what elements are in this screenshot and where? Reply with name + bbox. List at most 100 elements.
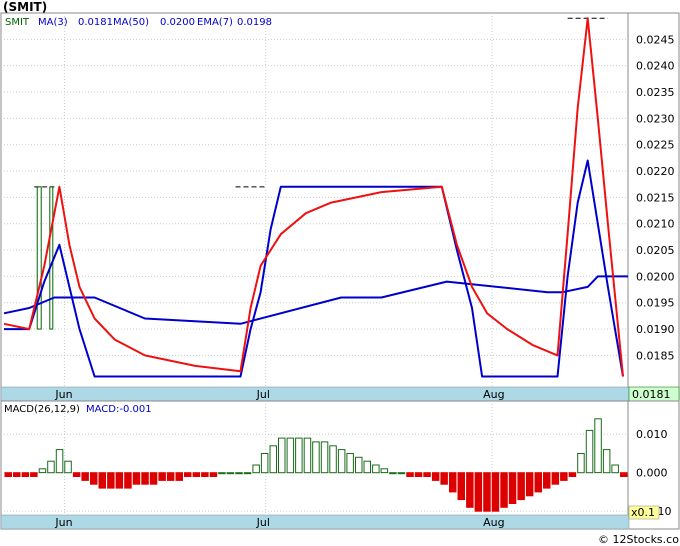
macd-bar-1 — [13, 472, 21, 478]
macd-bar-50 — [431, 472, 440, 481]
macd-legend-label: MACD(26,12,9) — [4, 404, 80, 415]
macd-bar-70 — [602, 449, 611, 474]
macd-bar-44 — [380, 468, 389, 474]
price-x-tick-label-2: Aug — [483, 388, 504, 401]
price-date-band — [0, 386, 630, 402]
macd-legend: MACD(26,12,9) MACD:-0.001 — [4, 404, 152, 415]
price-y-tick-label-12: 0.0245 — [636, 33, 675, 46]
macd-bar-3 — [30, 472, 38, 478]
macd-bar-11 — [98, 472, 106, 489]
macd-bar-71 — [611, 464, 619, 474]
macd-bar-56 — [483, 472, 491, 512]
macd-bar-61 — [525, 472, 534, 497]
price-y-tick-label-1: 0.0190 — [636, 323, 675, 336]
macd-bar-43 — [372, 464, 380, 474]
macd-bar-55 — [474, 472, 483, 512]
macd-bar-20 — [175, 472, 183, 481]
macd-scale-badge: x0.1 — [631, 506, 655, 519]
legend-ma50-value: 0.0200 — [160, 17, 195, 28]
macd-bar-45 — [389, 472, 397, 475]
price-x-tick-label-1: Jul — [256, 388, 270, 401]
macd-bar-51 — [440, 472, 448, 485]
macd-bar-10 — [90, 472, 98, 485]
legend-ma50-label: MA(50) — [113, 17, 149, 28]
macd-bar-65 — [560, 472, 568, 481]
price-y-tick-label-8: 0.0225 — [636, 139, 675, 152]
macd-bar-9 — [81, 472, 89, 481]
macd-bar-38 — [329, 445, 337, 474]
macd-bar-13 — [115, 472, 124, 489]
legend-symbol: SMIT — [5, 17, 30, 28]
macd-bar-66 — [568, 472, 577, 478]
macd-bar-26 — [226, 472, 235, 475]
macd-x-tick-label-0: Jun — [54, 516, 72, 529]
chart-title: (SMIT) — [3, 0, 47, 14]
price-badge: 0.0181 — [632, 388, 671, 401]
macd-x-tick-label-1: Jul — [256, 516, 270, 529]
macd-bar-60 — [517, 472, 525, 501]
macd-y-tick-label-1: 0.000 — [636, 467, 668, 480]
macd-bar-4 — [38, 468, 47, 474]
price-y-tick-label-2: 0.0195 — [636, 297, 675, 310]
macd-bar-57 — [491, 472, 500, 512]
macd-y-tick-label-0: 0.010 — [636, 428, 668, 441]
macd-bar-33 — [286, 437, 295, 474]
macd-bar-6 — [55, 449, 64, 474]
legend-ma3-label: MA(3) — [38, 17, 68, 28]
price-y-tick-label-7: 0.0220 — [636, 165, 675, 178]
macd-bar-8 — [72, 472, 81, 478]
macd-bar-41 — [355, 456, 363, 474]
macd-bar-53 — [457, 472, 465, 501]
price-y-tick-label-11: 0.0240 — [636, 60, 675, 73]
macd-bar-35 — [303, 437, 312, 474]
macd-bar-14 — [124, 472, 132, 489]
macd-bar-0 — [4, 472, 12, 478]
price-y-tick-label-6: 0.0215 — [636, 191, 675, 204]
macd-bar-54 — [466, 472, 474, 508]
macd-bar-23 — [201, 472, 209, 478]
macd-bar-64 — [551, 472, 560, 485]
macd-bar-42 — [363, 460, 371, 474]
price-y-tick-label-5: 0.0210 — [636, 218, 675, 231]
macd-bar-29 — [252, 464, 260, 474]
macd-bar-16 — [141, 472, 149, 485]
macd-bar-47 — [406, 472, 414, 478]
macd-bar-30 — [260, 453, 269, 474]
macd-bar-12 — [107, 472, 115, 489]
macd-date-band — [0, 514, 630, 530]
macd-bar-2 — [21, 472, 30, 478]
macd-bar-49 — [423, 472, 431, 478]
macd-bar-28 — [243, 472, 252, 475]
macd-bar-59 — [508, 472, 517, 505]
macd-bar-69 — [594, 418, 602, 474]
price-y-tick-label-0: 0.0185 — [636, 349, 675, 362]
macd-legend-value: MACD:-0.001 — [86, 404, 152, 415]
macd-bar-36 — [312, 441, 320, 474]
macd-bar-62 — [534, 472, 542, 493]
macd-bar-31 — [269, 445, 277, 474]
macd-bar-17 — [149, 472, 158, 485]
macd-bar-72 — [620, 472, 628, 478]
watermark: © 12Stocks.com — [598, 533, 680, 546]
stock-chart: (SMIT) 0.0185 0.0190 0.0195 0.0200 0.0205 0.0… — [0, 0, 680, 546]
macd-bar-32 — [278, 437, 286, 474]
macd-bar-27 — [235, 472, 243, 475]
macd-bar-63 — [543, 472, 551, 489]
macd-bar-40 — [346, 453, 354, 474]
macd-bar-18 — [158, 472, 166, 481]
macd-bar-7 — [64, 460, 72, 474]
legend-ma3-value: 0.0181 — [78, 17, 113, 28]
macd-bar-46 — [397, 472, 406, 475]
macd-bar-58 — [500, 472, 508, 508]
price-y-tick-label-3: 0.0200 — [636, 270, 675, 283]
macd-bar-21 — [184, 472, 192, 478]
macd-bar-67 — [577, 453, 585, 474]
macd-bar-22 — [192, 472, 201, 478]
macd-bar-34 — [295, 437, 303, 474]
macd-bar-24 — [209, 472, 218, 478]
macd-bar-68 — [585, 429, 594, 474]
price-y-tick-label-9: 0.0230 — [636, 112, 675, 125]
macd-bar-19 — [166, 472, 175, 481]
legend-ema7-value: 0.0198 — [237, 17, 272, 28]
macd-x-tick-label-2: Aug — [483, 516, 504, 529]
